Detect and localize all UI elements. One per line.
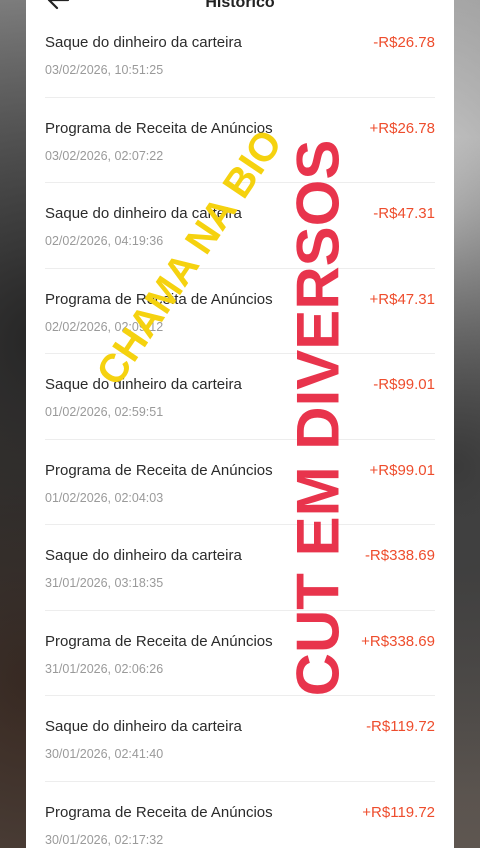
transaction-date: 31/01/2026, 03:18:35 [45,576,164,590]
transaction-title: Saque do dinheiro da carteira [45,718,242,735]
transaction-date: 03/02/2026, 02:07:22 [45,148,164,163]
page-title: Histórico [205,0,275,11]
transaction-amount: -R$119.72 [366,718,435,735]
overlay-text-cut-em-diversos: CUT EM DIVERSOS [284,139,352,697]
list-item[interactable]: Programa de Receita de Anúncios 02/02/20… [45,269,435,354]
list-item[interactable]: Saque do dinheiro da carteira 03/02/2026… [45,12,435,98]
transaction-date: 31/01/2026, 02:06:26 [45,661,164,676]
list-item[interactable]: Saque do dinheiro da carteira 31/01/2026… [45,525,435,611]
arrow-left-icon[interactable] [44,0,72,12]
transaction-amount: -R$338.69 [364,547,435,564]
transaction-amount: -R$47.31 [373,205,435,222]
transaction-title: Programa de Receita de Anúncios [45,119,273,137]
transaction-amount: -R$99.01 [373,376,435,393]
transaction-date: 01/02/2026, 02:59:51 [45,405,164,419]
transaction-title: Saque do dinheiro da carteira [45,547,242,564]
transaction-title: Programa de Receita de Anúncios [45,632,273,650]
transaction-list: Saque do dinheiro da carteira 03/02/2026… [26,12,454,848]
transaction-title: Programa de Receita de Anúncios [45,461,273,479]
transaction-date: 01/02/2026, 02:04:03 [45,490,164,505]
transaction-amount: +R$26.78 [369,119,435,137]
transaction-date: 02/02/2026, 04:19:36 [45,234,164,248]
transaction-date: 30/01/2026, 02:41:40 [45,747,164,761]
list-item[interactable]: Programa de Receita de Anúncios 01/02/20… [45,440,435,525]
transaction-amount: +R$99.01 [369,461,435,479]
transaction-date: 30/01/2026, 02:17:32 [45,832,164,847]
history-screen: Histórico Saque do dinheiro da carteira … [26,0,454,848]
list-item[interactable]: Programa de Receita de Anúncios 31/01/20… [45,611,435,696]
transaction-title: Saque do dinheiro da carteira [45,376,242,393]
list-item[interactable]: Programa de Receita de Anúncios 30/01/20… [45,782,435,848]
transaction-title: Saque do dinheiro da carteira [45,34,242,51]
transaction-amount: +R$47.31 [369,290,435,308]
transaction-amount: +R$119.72 [362,803,435,821]
list-item[interactable]: Saque do dinheiro da carteira 30/01/2026… [45,696,435,782]
transaction-title: Programa de Receita de Anúncios [45,803,273,821]
transaction-amount: +R$338.69 [361,632,435,650]
transaction-date: 03/02/2026, 10:51:25 [45,63,164,77]
transaction-amount: -R$26.78 [373,34,435,51]
